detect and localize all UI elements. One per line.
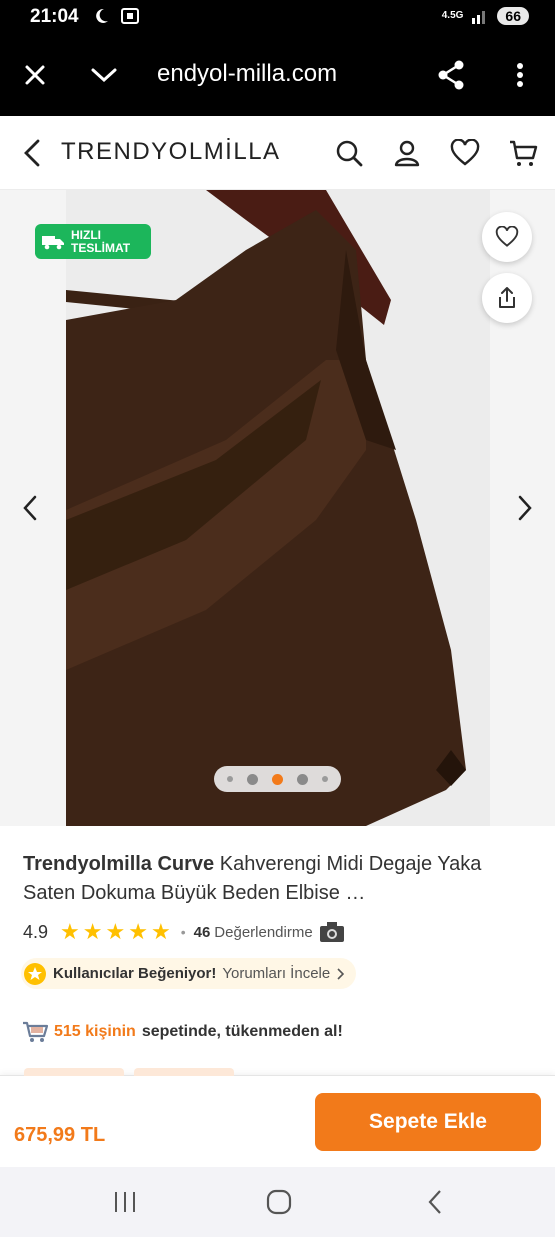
chevron-right-icon [518,495,532,521]
pagination-dot[interactable] [322,776,328,782]
system-nav-bar [0,1167,555,1237]
home-button[interactable] [259,1187,299,1217]
system-back-button[interactable] [415,1187,455,1217]
badge-text: HIZLI TESLİMAT [71,227,131,255]
add-to-favorites-button[interactable] [482,212,532,262]
brand-logo[interactable]: TRENDYOLMİLLA [61,138,281,166]
hidden-chip [24,1068,124,1076]
back-button[interactable] [18,136,48,175]
basket-count: 515 kişinin [54,1023,136,1040]
pagination-dot[interactable] [247,773,258,785]
product-gallery[interactable]: HIZLI TESLİMAT [0,190,555,826]
url-text[interactable]: endyol-milla.com [157,60,337,88]
add-to-cart-button[interactable]: Sepete Ekle [315,1093,541,1151]
status-bar: 21:04 4.5G 66 [0,0,555,34]
rating-row[interactable]: 4.9 ★ ★ ★ ★ ★ • 46 Değerlendirme [23,919,345,945]
status-system-icons: 4.5G 66 [442,7,529,25]
share-product-button[interactable] [482,273,532,323]
account-button[interactable] [390,136,424,170]
product-price: 675,99 TL [14,1124,106,1146]
heart-icon [450,139,480,166]
pagination-dot-active[interactable] [272,773,283,785]
review-count: 46 [193,923,211,941]
site-header: TRENDYOLMİLLA [0,116,555,190]
cart-icon [510,140,538,166]
basket-count-info: 515 kişinin sepetinde, tükenmeden al! [22,1020,343,1044]
screenshot-icon [121,8,139,24]
signal-icon [472,11,486,24]
search-icon [336,140,363,167]
prev-image-button[interactable] [15,490,45,526]
product-image[interactable] [66,190,490,826]
star-icon: ★ [150,919,171,944]
status-time: 21:04 [30,6,79,27]
dress-illustration [66,190,490,826]
badge-line-1: HIZLI [71,227,101,242]
recent-apps-button[interactable] [105,1187,145,1217]
back-arrow-icon [428,1190,441,1214]
home-icon [266,1189,292,1215]
status-notification-icons [92,7,140,25]
separator-dot: • [180,924,186,940]
battery-indicator: 66 [497,7,529,25]
image-pagination [214,766,341,792]
chevron-down-icon [91,68,117,83]
users-like-text: Kullanıcılar Beğeniyor! [53,965,217,982]
chevron-left-icon [24,139,40,167]
user-icon [394,140,420,167]
next-image-button[interactable] [510,490,540,526]
badge-line-2: TESLİMAT [71,240,131,255]
review-label: Değerlendirme [214,923,313,941]
recent-apps-icon [115,1192,135,1212]
product-title: Trendyolmilla Curve Kahverengi Midi Dega… [23,850,533,908]
rating-stars: ★ ★ ★ ★ ★ [60,921,171,943]
chevron-left-icon [23,495,37,521]
truck-icon [42,235,64,249]
pagination-dot[interactable] [297,773,308,785]
view-reviews-link[interactable]: Yorumları İncele [222,965,330,982]
favorites-button[interactable] [448,136,482,170]
chevron-right-icon [337,967,345,980]
basket-count-text: sepetinde, tükenmeden al! [141,1023,343,1040]
star-badge-icon [24,962,46,985]
product-brand[interactable]: Trendyolmilla Curve [23,853,214,875]
fast-delivery-badge: HIZLI TESLİMAT [35,224,151,259]
share-icon [438,60,464,90]
star-icon: ★ [82,919,103,944]
moon-icon [96,8,108,23]
rating-score: 4.9 [23,921,49,942]
more-vertical-icon [517,63,523,87]
heart-icon [495,226,519,247]
pagination-dot[interactable] [227,776,233,782]
star-icon: ★ [105,919,126,944]
star-icon: ★ [128,919,148,944]
search-button[interactable] [332,136,366,170]
browser-menu-button[interactable] [501,56,539,94]
minimize-button[interactable] [85,56,123,94]
star-icon: ★ [60,919,80,944]
hidden-chip [134,1068,234,1076]
close-tab-button[interactable] [16,56,54,94]
close-icon [25,65,45,85]
network-type: 4.5G [441,10,464,21]
cart-button[interactable] [506,136,540,170]
share-page-button[interactable] [432,56,470,94]
camera-icon [319,922,344,942]
purchase-bar: 675,99 TL Sepete Ekle [0,1068,555,1167]
share-upload-icon [499,287,515,308]
shopping-cart-icon [23,1021,48,1042]
browser-toolbar: endyol-milla.com [0,34,555,116]
users-like-banner[interactable]: Kullanıcılar Beğeniyor! Yorumları İncele [21,958,357,989]
